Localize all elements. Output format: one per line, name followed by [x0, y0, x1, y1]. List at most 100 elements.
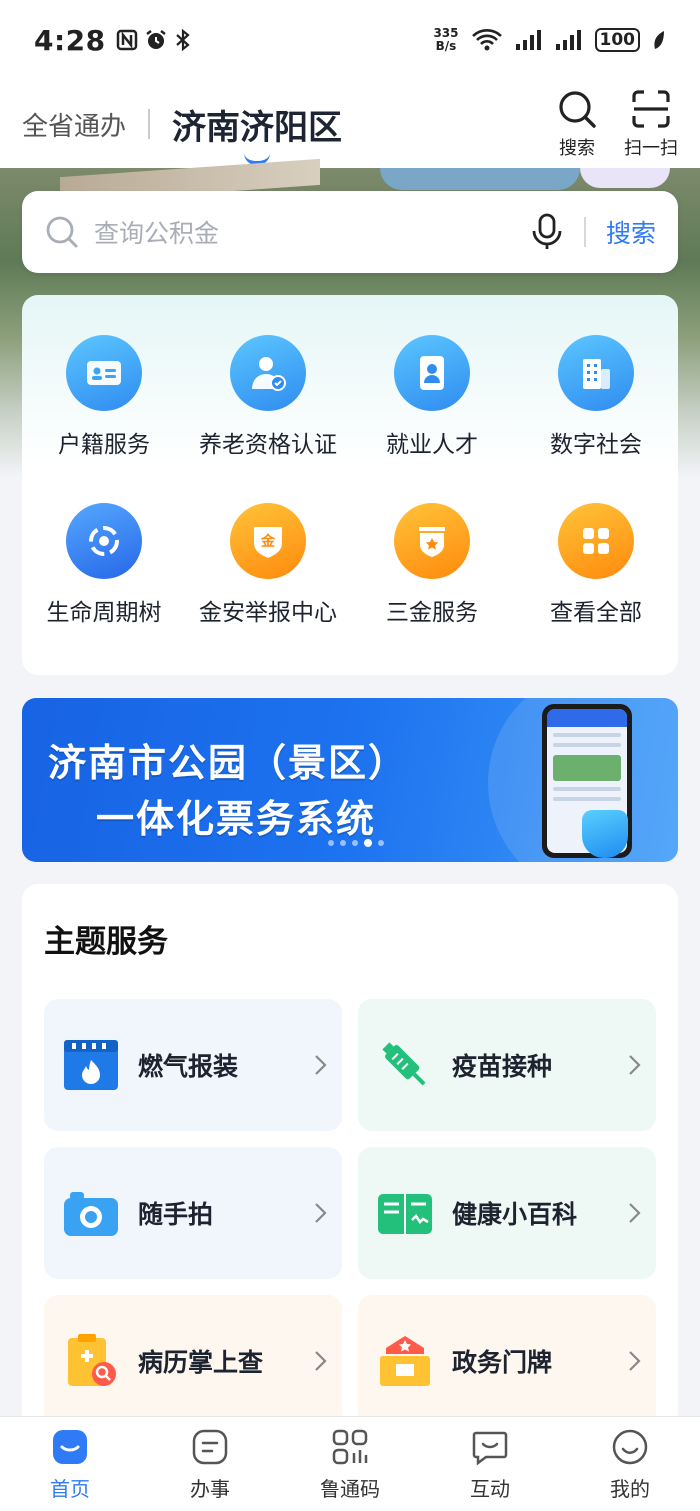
carousel-dots [328, 839, 384, 847]
smiley-icon [612, 1429, 648, 1464]
service-lifecycle-tree[interactable]: 生命周期树 [22, 503, 186, 627]
nav-label: 办事 [190, 1476, 230, 1501]
scan-icon [632, 90, 670, 128]
theme-item-label: 病历掌上查 [138, 1348, 264, 1377]
top-header: 全省通办 济南济阳区 搜索 扫一扫 [0, 80, 700, 168]
signal-icon-2 [555, 30, 581, 50]
nav-interact[interactable]: 互动 [420, 1427, 560, 1502]
service-label: 三金服务 [386, 600, 478, 626]
service-pension-verify[interactable]: 养老资格认证 [186, 335, 350, 459]
gold-shield-icon: 金 [254, 527, 282, 558]
net-speed: 335 B/s [433, 26, 459, 53]
nav-lutong-code[interactable]: 鲁通码 [280, 1427, 420, 1502]
scan-button[interactable]: 扫一扫 [624, 88, 678, 160]
theme-item-vaccine[interactable]: 疫苗接种 [358, 999, 656, 1131]
status-bar: 4:28 335 B/s 100 [0, 0, 700, 80]
theme-item-gas[interactable]: 燃气报装 [44, 999, 342, 1131]
service-label: 生命周期树 [46, 600, 162, 626]
theme-item-label: 燃气报装 [138, 1052, 239, 1081]
signal-icon-1 [515, 30, 541, 50]
chevron-right-icon [629, 1351, 641, 1371]
search-icon [46, 216, 78, 248]
shield-check-icon [582, 810, 628, 858]
search-button[interactable]: 搜索 [556, 88, 598, 160]
lifecycle-icon [89, 526, 119, 556]
qr-code-icon [332, 1429, 368, 1464]
health-book-icon [378, 1194, 432, 1234]
tab-province[interactable]: 全省通办 [22, 106, 126, 143]
camera-icon [64, 1192, 118, 1236]
search-submit-button[interactable]: 搜索 [606, 214, 656, 250]
service-view-all[interactable]: 查看全部 [514, 503, 678, 627]
id-card-icon [87, 361, 121, 385]
chevron-right-icon [629, 1203, 641, 1223]
elder-verify-icon [252, 357, 286, 391]
bluetooth-icon [175, 28, 190, 52]
theme-item-label: 随手拍 [138, 1200, 214, 1229]
theme-services-card: 主题服务 燃气报装 疫苗接种 随手拍 健康小百科 病历掌上查 政务门牌 [22, 884, 678, 1444]
star-shield-icon [419, 527, 445, 557]
wifi-icon [471, 29, 502, 51]
chevron-right-icon [315, 1351, 327, 1371]
chevron-right-icon [315, 1055, 327, 1075]
syringe-icon [382, 1042, 426, 1086]
theme-item-gov-sign[interactable]: 政务门牌 [358, 1295, 656, 1427]
medical-record-icon [68, 1334, 116, 1386]
svg-text:金: 金 [260, 533, 276, 550]
theme-item-label: 疫苗接种 [452, 1052, 553, 1081]
service-three-funds[interactable]: 三金服务 [350, 503, 514, 627]
badge-person-icon [420, 356, 444, 390]
banner-title-line2: 一体化票务系统 [96, 797, 377, 841]
all-grid-icon [583, 528, 609, 554]
hero-water [380, 168, 580, 190]
hero-mascot [580, 168, 670, 188]
nav-profile[interactable]: 我的 [560, 1427, 700, 1502]
service-label: 户籍服务 [58, 432, 150, 458]
nav-home[interactable]: 首页 [0, 1427, 140, 1502]
chevron-right-icon [315, 1203, 327, 1223]
search-bar[interactable]: 查询公积金 搜索 [22, 191, 678, 273]
microphone-icon[interactable] [530, 213, 564, 251]
theme-item-medical-record[interactable]: 病历掌上查 [44, 1295, 342, 1427]
search-input[interactable]: 查询公积金 [94, 214, 530, 250]
task-icon [192, 1429, 228, 1464]
gas-icon [64, 1040, 118, 1090]
service-employment[interactable]: 就业人才 [350, 335, 514, 459]
promo-banner[interactable]: 济南市公园（景区） 一体化票务系统 [22, 698, 678, 862]
search-divider [583, 217, 586, 247]
chevron-right-icon [629, 1055, 641, 1075]
banner-title-line1: 济南市公园（景区） [48, 741, 409, 785]
carousel-dot [378, 840, 384, 846]
service-jinan-report[interactable]: 金 金安举报中心 [186, 503, 350, 627]
nav-label: 鲁通码 [320, 1476, 380, 1501]
service-label: 养老资格认证 [199, 432, 337, 458]
service-grid-card: 户籍服务 养老资格认证 就业人才 数字社会 生命周期树 金 金安举报中心 三金服… [22, 295, 678, 675]
scan-button-label: 扫一扫 [624, 138, 678, 159]
status-time: 4:28 [34, 23, 106, 57]
nav-services[interactable]: 办事 [140, 1427, 280, 1502]
carousel-dot [328, 840, 334, 846]
theme-item-label: 健康小百科 [452, 1200, 578, 1229]
search-button-label: 搜索 [559, 138, 595, 159]
search-icon [559, 91, 596, 128]
service-hukou[interactable]: 户籍服务 [22, 335, 186, 459]
service-digital-society[interactable]: 数字社会 [514, 335, 678, 459]
service-label: 数字社会 [550, 432, 642, 458]
nav-label: 互动 [470, 1476, 510, 1501]
carousel-dot [340, 840, 346, 846]
gov-sign-icon [380, 1336, 430, 1386]
chat-icon [472, 1431, 508, 1465]
theme-item-snapshot[interactable]: 随手拍 [44, 1147, 342, 1279]
building-icon [583, 359, 610, 389]
alarm-icon [145, 30, 166, 49]
theme-item-health-wiki[interactable]: 健康小百科 [358, 1147, 656, 1279]
home-icon [53, 1429, 87, 1464]
theme-item-label: 政务门牌 [452, 1348, 553, 1377]
service-label: 金安举报中心 [199, 600, 337, 626]
carousel-dot [352, 840, 358, 846]
tab-divider [148, 109, 151, 139]
nav-label: 首页 [50, 1476, 90, 1501]
leaf-icon [654, 31, 664, 49]
battery-indicator: 100 [594, 28, 640, 52]
tab-city[interactable]: 济南济阳区 [172, 100, 342, 149]
